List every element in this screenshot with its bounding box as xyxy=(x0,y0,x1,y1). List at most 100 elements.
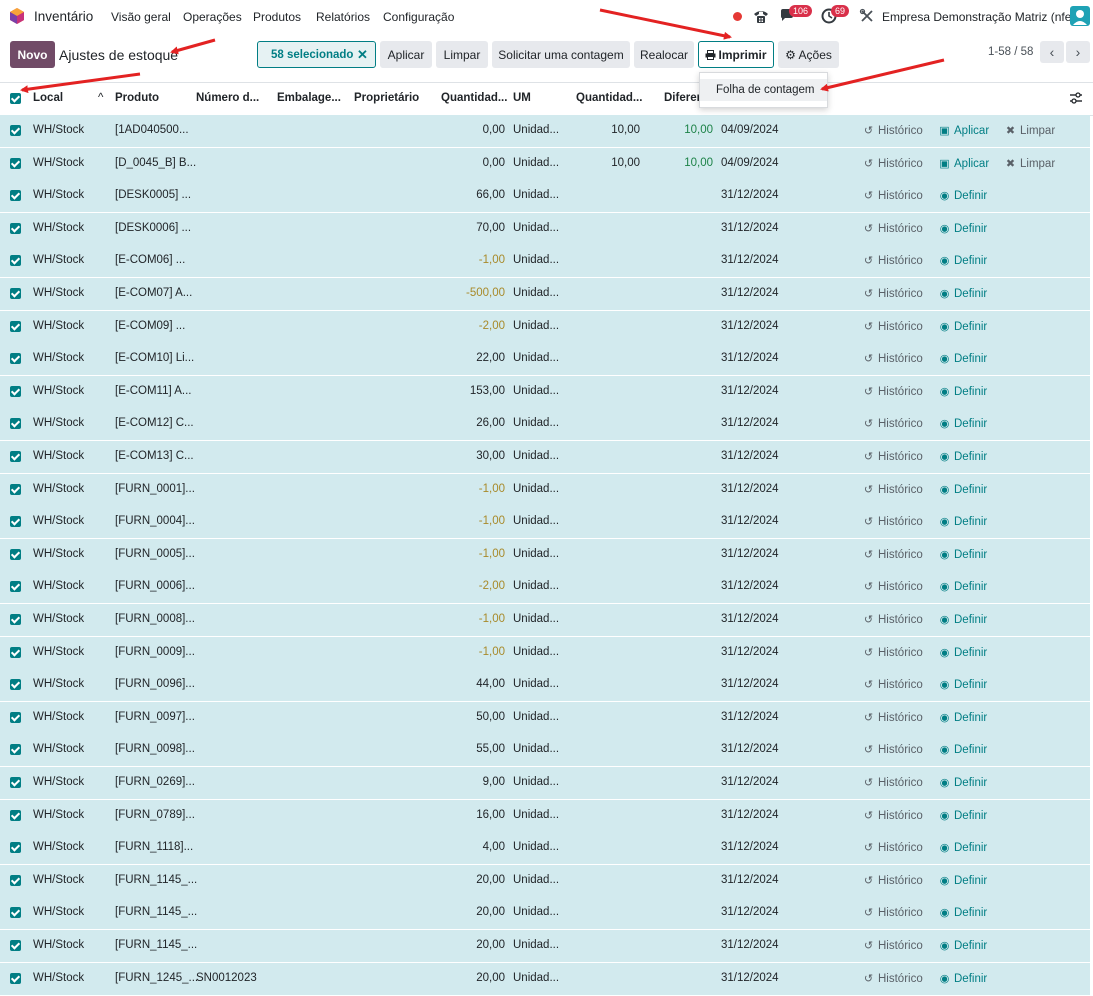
history-button[interactable]: ↺ Histórico xyxy=(863,385,923,398)
table-row[interactable]: WH/Stock [D_0045_B] B... 0,00 Unidad... 10,0… xyxy=(0,147,1090,181)
set-row-button[interactable]: ◉ Definir xyxy=(939,222,988,235)
row-checkbox[interactable] xyxy=(10,353,21,365)
history-button[interactable]: ↺ Histórico xyxy=(863,287,923,300)
table-row[interactable]: WH/Stock [FURN_0789]... 16,00 Unidad... 31/1… xyxy=(0,799,1090,833)
clear-row-button[interactable]: ✖ Limpar xyxy=(1005,157,1055,170)
table-row[interactable]: WH/Stock [FURN_1245_... SN0012023 20,00 Unid… xyxy=(0,962,1090,996)
table-row[interactable]: WH/Stock [E-COM06] ... -1,00 Unidad... 31/12… xyxy=(0,245,1090,279)
table-row[interactable]: WH/Stock [FURN_1145_... 20,00 Unidad... 31/1… xyxy=(0,897,1090,931)
cell-scheduled-date[interactable]: 31/12/2024 xyxy=(721,515,779,527)
history-button[interactable]: ↺ Histórico xyxy=(863,222,923,235)
cell-product[interactable]: [E-COM12] C... xyxy=(115,417,194,429)
history-button[interactable]: ↺ Histórico xyxy=(863,417,923,430)
cell-scheduled-date[interactable]: 31/12/2024 xyxy=(721,972,779,984)
cell-product[interactable]: [E-COM09] ... xyxy=(115,320,185,332)
cell-product[interactable]: [FURN_1145_... xyxy=(115,939,197,951)
cell-product[interactable]: [E-COM10] Li... xyxy=(115,352,194,364)
menu-item-configuration[interactable]: Configuração xyxy=(383,10,454,24)
apply-row-button[interactable]: ▣ Aplicar xyxy=(939,124,989,137)
history-button[interactable]: ↺ Histórico xyxy=(863,254,923,267)
set-row-button[interactable]: ◉ Definir xyxy=(939,254,988,267)
phone-icon[interactable] xyxy=(752,8,770,24)
column-header-counted-quantity[interactable]: Quantidad... xyxy=(576,92,642,104)
pager-value[interactable]: 1-58 / 58 xyxy=(988,46,1033,58)
cell-scheduled-date[interactable]: 31/12/2024 xyxy=(721,385,779,397)
row-checkbox[interactable] xyxy=(10,679,21,691)
user-avatar[interactable] xyxy=(1070,6,1090,26)
cell-scheduled-date[interactable]: 31/12/2024 xyxy=(721,417,779,429)
row-checkbox[interactable] xyxy=(10,255,21,267)
cell-scheduled-date[interactable]: 31/12/2024 xyxy=(721,678,779,690)
history-button[interactable]: ↺ Histórico xyxy=(863,646,923,659)
set-row-button[interactable]: ◉ Definir xyxy=(939,711,988,724)
cell-scheduled-date[interactable]: 31/12/2024 xyxy=(721,906,779,918)
set-row-button[interactable]: ◉ Definir xyxy=(939,320,988,333)
menu-item-operations[interactable]: Operações xyxy=(183,10,242,24)
actions-button[interactable]: ⚙ Ações xyxy=(778,41,839,68)
cell-product[interactable]: [FURN_0097]... xyxy=(115,711,195,723)
cell-product[interactable]: [FURN_1118]... xyxy=(115,841,193,853)
print-button[interactable]: Imprimir xyxy=(698,41,774,68)
row-checkbox[interactable] xyxy=(10,548,21,560)
new-button[interactable]: Novo xyxy=(10,41,55,68)
set-row-button[interactable]: ◉ Definir xyxy=(939,450,988,463)
menu-item-reports[interactable]: Relatórios xyxy=(316,10,370,24)
column-header-product[interactable]: Produto xyxy=(115,92,159,104)
menu-item-count-sheet[interactable]: Folha de contagem xyxy=(700,79,827,101)
row-checkbox[interactable] xyxy=(10,581,21,593)
row-checkbox[interactable] xyxy=(10,614,21,625)
row-checkbox[interactable] xyxy=(10,288,21,299)
apply-row-button[interactable]: ▣ Aplicar xyxy=(939,157,989,170)
cell-product[interactable]: [FURN_1245_... xyxy=(115,972,198,984)
history-button[interactable]: ↺ Histórico xyxy=(863,320,923,333)
set-row-button[interactable]: ◉ Definir xyxy=(939,352,988,365)
set-row-button[interactable]: ◉ Definir xyxy=(939,189,988,202)
cell-product[interactable]: [E-COM11] A... xyxy=(115,385,191,397)
row-checkbox[interactable] xyxy=(10,711,21,723)
cell-scheduled-date[interactable]: 31/12/2024 xyxy=(721,841,779,853)
select-all-checkbox[interactable] xyxy=(10,93,21,104)
table-row[interactable]: WH/Stock [DESK0005] ... 66,00 Unidad... 31/1… xyxy=(0,180,1090,214)
history-button[interactable]: ↺ Histórico xyxy=(863,352,923,365)
row-checkbox[interactable] xyxy=(10,646,21,658)
inventory-app-icon[interactable] xyxy=(9,8,25,24)
cell-scheduled-date[interactable]: 31/12/2024 xyxy=(721,287,779,299)
table-row[interactable]: WH/Stock [FURN_0004]... -1,00 Unidad... 31/1… xyxy=(0,506,1090,540)
cell-scheduled-date[interactable]: 31/12/2024 xyxy=(721,743,779,755)
cell-product[interactable]: [FURN_1145_... xyxy=(115,906,197,918)
cell-scheduled-date[interactable]: 31/12/2024 xyxy=(721,189,779,201)
table-row[interactable]: WH/Stock [FURN_0001]... -1,00 Unidad... 31/1… xyxy=(0,473,1090,507)
cell-product[interactable]: [FURN_0006]... xyxy=(115,580,195,592)
set-row-button[interactable]: ◉ Definir xyxy=(939,776,988,789)
cell-scheduled-date[interactable]: 31/12/2024 xyxy=(721,254,779,266)
row-checkbox[interactable] xyxy=(10,842,21,854)
row-checkbox[interactable] xyxy=(10,809,21,821)
cell-scheduled-date[interactable]: 31/12/2024 xyxy=(721,711,779,723)
cell-product[interactable]: [E-COM13] C... xyxy=(115,450,194,462)
history-button[interactable]: ↺ Histórico xyxy=(863,613,923,626)
row-checkbox[interactable] xyxy=(10,125,21,136)
row-checkbox[interactable] xyxy=(10,907,21,919)
app-title[interactable]: Inventário xyxy=(34,9,93,24)
clear-button[interactable]: Limpar xyxy=(436,41,488,68)
table-row[interactable]: WH/Stock [E-COM13] C... 30,00 Unidad... 31/1… xyxy=(0,441,1090,474)
unselect-close-icon[interactable]: ✕ xyxy=(357,47,368,63)
cell-scheduled-date[interactable]: 31/12/2024 xyxy=(721,809,779,821)
history-button[interactable]: ↺ Histórico xyxy=(863,874,923,887)
history-button[interactable]: ↺ Histórico xyxy=(863,189,923,202)
cell-product[interactable]: [FURN_0009]... xyxy=(115,646,195,658)
cell-scheduled-date[interactable]: 31/12/2024 xyxy=(721,939,779,951)
history-button[interactable]: ↺ Histórico xyxy=(863,124,923,137)
history-button[interactable]: ↺ Histórico xyxy=(863,776,923,789)
row-checkbox[interactable] xyxy=(10,222,21,234)
set-row-button[interactable]: ◉ Definir xyxy=(939,483,988,496)
set-row-button[interactable]: ◉ Definir xyxy=(939,906,988,919)
history-button[interactable]: ↺ Histórico xyxy=(863,483,923,496)
set-row-button[interactable]: ◉ Definir xyxy=(939,972,988,985)
cell-scheduled-date[interactable]: 31/12/2024 xyxy=(721,483,779,495)
cell-scheduled-date[interactable]: 31/12/2024 xyxy=(721,450,779,462)
table-row[interactable]: WH/Stock [FURN_0006]... -2,00 Unidad... 31/1… xyxy=(0,571,1090,605)
cell-scheduled-date[interactable]: 31/12/2024 xyxy=(721,548,779,560)
cell-product[interactable]: [E-COM06] ... xyxy=(115,254,185,266)
cell-product[interactable]: [D_0045_B] B... xyxy=(115,157,196,169)
